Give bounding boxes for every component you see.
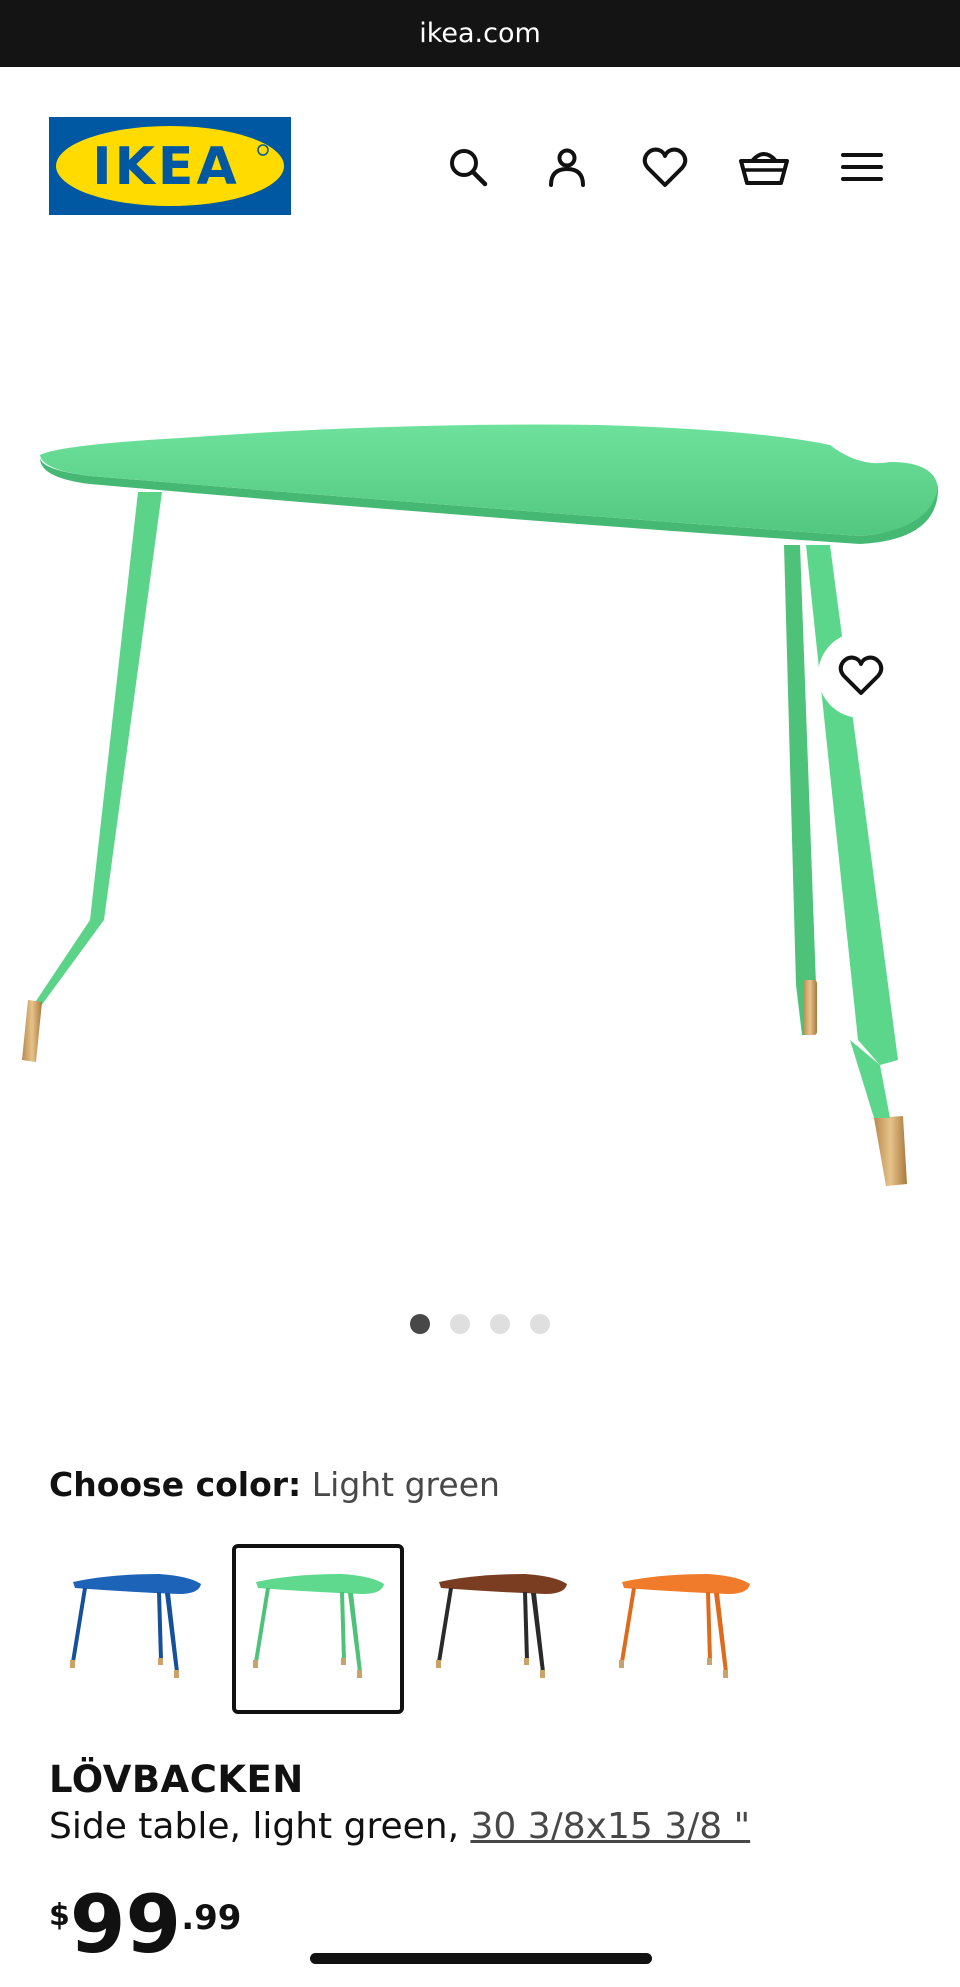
basket-icon: [739, 152, 789, 185]
carousel-dot[interactable]: [410, 1314, 430, 1334]
cart-button[interactable]: [736, 139, 792, 195]
selected-color-value: Light green: [311, 1465, 500, 1504]
add-to-favorites-button[interactable]: [818, 632, 904, 718]
carousel-dot[interactable]: [530, 1314, 550, 1334]
search-button[interactable]: [440, 139, 496, 195]
color-option-orange[interactable]: [598, 1544, 770, 1714]
profile-button[interactable]: [539, 139, 595, 195]
search-icon: [450, 149, 488, 187]
menu-button[interactable]: [834, 139, 890, 195]
table-thumbnail: [619, 1574, 750, 1678]
color-option-light-green[interactable]: [232, 1544, 404, 1714]
price-integer: 99: [69, 1878, 182, 1971]
menu-icon: [841, 153, 883, 181]
product-image: [22, 424, 938, 1186]
product-price: $ 99 .99: [49, 1880, 241, 1970]
table-thumbnail: [253, 1574, 384, 1678]
favorites-button[interactable]: [637, 139, 693, 195]
carousel-indicator: [0, 1314, 960, 1334]
ikea-logo[interactable]: IKEA: [49, 117, 291, 215]
price-currency: $: [49, 1898, 70, 1933]
table-thumbnail: [436, 1574, 567, 1678]
site-header: IKEA: [0, 67, 960, 217]
color-option-blue[interactable]: [49, 1544, 221, 1714]
carousel-dot[interactable]: [450, 1314, 470, 1334]
color-option-brown[interactable]: [415, 1544, 587, 1714]
product-dimensions-link[interactable]: 30 3/8x15 3/8 ": [470, 1806, 750, 1847]
product-name: LÖVBACKEN: [49, 1758, 304, 1801]
product-image-gallery[interactable]: [0, 240, 960, 1290]
price-decimal: .99: [181, 1898, 242, 1938]
url-text: ikea.com: [419, 18, 541, 49]
color-selector-label: Choose color: Light green: [49, 1465, 500, 1504]
heart-icon: [838, 655, 884, 695]
heart-icon: [642, 147, 688, 187]
carousel-dot[interactable]: [490, 1314, 510, 1334]
svg-text:IKEA: IKEA: [92, 137, 239, 197]
product-description: Side table, light green, 30 3/8x15 3/8 ": [49, 1806, 750, 1847]
table-thumbnail: [70, 1574, 201, 1678]
browser-url-bar[interactable]: ikea.com: [0, 0, 960, 67]
color-label-key: Choose color:: [49, 1465, 302, 1504]
profile-icon: [549, 148, 585, 187]
product-description-text: Side table, light green,: [49, 1806, 460, 1847]
home-indicator[interactable]: [310, 1953, 652, 1964]
